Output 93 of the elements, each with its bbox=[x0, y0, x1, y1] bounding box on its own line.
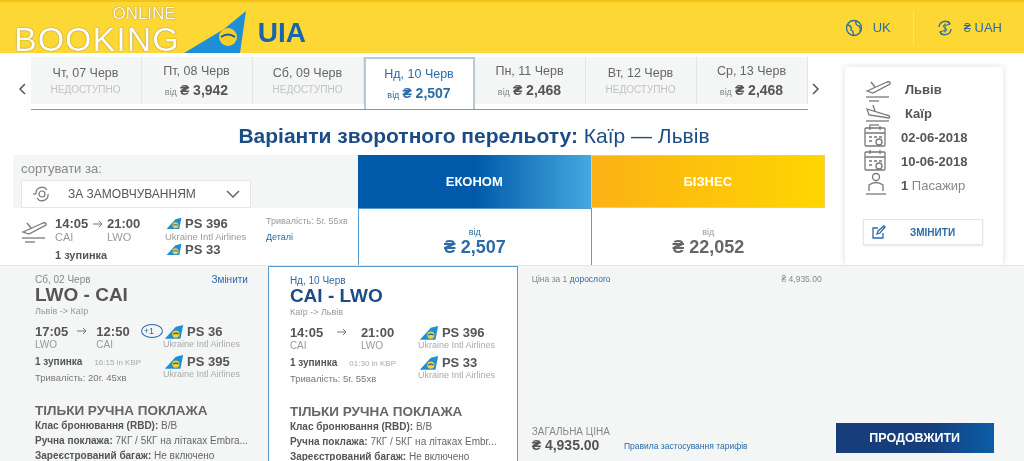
section-title: Варіанти зворотного перельоту: Каїр — Львів bbox=[237, 123, 711, 149]
logo-subtitle: ONLINE bbox=[112, 5, 176, 22]
route-code: LWO - CAI bbox=[35, 285, 129, 306]
stopover-label: 16:15 in KBP bbox=[94, 357, 142, 367]
baggage-detail: Клас бронювання (RBD): B/B bbox=[35, 418, 179, 433]
airport-code: CAI bbox=[55, 231, 75, 243]
date-tab[interactable]: Пт, 08 Черв від ₴ 3,942 bbox=[141, 57, 253, 104]
passenger-icon bbox=[863, 172, 889, 198]
flight-leg-card[interactable] bbox=[267, 266, 518, 461]
flight-number: PS 395 bbox=[187, 353, 230, 369]
currency-selector[interactable]: ₴ UAH bbox=[913, 18, 1024, 37]
airport-code: CAI bbox=[289, 339, 308, 351]
flight-number: PS 36 bbox=[187, 323, 223, 339]
flight-number: PS 396 bbox=[185, 216, 228, 231]
chevron-right-icon bbox=[812, 83, 821, 95]
language-selector[interactable]: UK bbox=[822, 18, 913, 37]
airport-code: CAI bbox=[96, 338, 115, 350]
departure-time: 14:05 bbox=[289, 324, 325, 340]
duration-label: Тривалість: 5г. 55хв bbox=[289, 372, 378, 384]
globe-icon bbox=[844, 18, 863, 37]
airline-name: Ukraine Intl Airlines bbox=[163, 338, 242, 349]
price-per-label: Ціна за 1 дорослого bbox=[531, 274, 611, 284]
fare-rules-link[interactable]: Правила застосування тарифів bbox=[623, 441, 748, 451]
flight-number: PS 33 bbox=[441, 354, 478, 370]
departure-time: 14:05 bbox=[55, 216, 90, 231]
currency-exchange-icon bbox=[935, 18, 954, 37]
baggage-detail: Ручна поклажа: 7КГ / 5КГ на літаках Embr... bbox=[289, 434, 497, 449]
duration-label: Тривалість: 5г. 55хв bbox=[266, 216, 348, 226]
flight-number: PS 396 bbox=[441, 324, 485, 340]
airline-logo-icon bbox=[417, 354, 440, 370]
airline-logo-icon bbox=[163, 323, 185, 339]
chevron-left-icon bbox=[17, 83, 26, 95]
logo-title: BOOKING bbox=[14, 22, 180, 56]
fare-option[interactable]: від ₴ 2,507 bbox=[358, 208, 592, 265]
route-cities: Каїр -> Львів bbox=[289, 306, 345, 317]
details-link[interactable]: Деталі bbox=[266, 232, 348, 242]
total-price: ₴ 4,935.00 bbox=[531, 437, 601, 453]
date-tab[interactable]: Ср, 13 Черв від ₴ 2,468 bbox=[696, 57, 808, 104]
sort-icon bbox=[32, 186, 50, 202]
change-link[interactable]: Змінити bbox=[211, 274, 248, 285]
arrival-time: 21:00 bbox=[107, 216, 142, 231]
price-per-amount: ₴ 4,935.00 bbox=[781, 274, 822, 284]
baggage-detail: Ручна поклажа: 7КГ / 5КГ на літаках Embra... bbox=[35, 433, 248, 448]
airline-name: Ukraine Intl Airlines bbox=[163, 368, 242, 379]
brand-logo: UIA bbox=[257, 17, 306, 49]
leg-date: Нд, 10 Черв bbox=[289, 275, 346, 286]
chevron-down-icon bbox=[226, 190, 240, 198]
airline-name: Ukraine Intl Airlines bbox=[165, 231, 248, 242]
summary-text: 10-06-2018 bbox=[901, 153, 968, 169]
airport-code: LWO bbox=[360, 339, 384, 351]
date-tab[interactable]: Пн, 11 Черв від ₴ 2,468 bbox=[474, 57, 586, 104]
baggage-title: ТІЛЬКИ РУЧНА ПОКЛАЖА bbox=[289, 403, 464, 419]
arrow-icon bbox=[336, 327, 348, 338]
airline-name: Ukraine Intl Airlines bbox=[417, 339, 496, 350]
leg-date: Сб, 02 Черв bbox=[35, 274, 91, 285]
arrow-icon bbox=[76, 326, 89, 337]
stops-label: 1 зупинка bbox=[35, 355, 83, 367]
departure-time: 17:05 bbox=[35, 323, 70, 339]
flight-number: PS 33 bbox=[185, 242, 221, 257]
stopover-label: 01:30 in KBP bbox=[349, 358, 396, 368]
total-label: ЗАГАЛЬНА ЦІНА bbox=[531, 426, 610, 437]
airline-logo-icon bbox=[417, 324, 440, 340]
airline-logo-icon bbox=[165, 217, 183, 230]
airline-logo-icon bbox=[165, 243, 183, 256]
arrival-time: 12:50 bbox=[96, 323, 131, 339]
route-code: CAI - LWO bbox=[289, 286, 384, 307]
duration-label: Тривалість: 20г. 45хв bbox=[35, 371, 128, 383]
stops-label: 1 зупинка bbox=[289, 356, 338, 368]
baggage-detail: Клас бронювання (RBD): B/B bbox=[289, 419, 434, 434]
baggage-title: ТІЛЬКИ РУЧНА ПОКЛАЖА bbox=[35, 402, 209, 418]
baggage-detail: Зареєстрований багаж: Не включено bbox=[35, 448, 216, 461]
continue-button[interactable]: ПРОДОВЖИТИ bbox=[835, 423, 994, 453]
arrival-time: 21:00 bbox=[360, 324, 396, 340]
summary-text: 1 Пасажир bbox=[901, 177, 966, 193]
date-tab[interactable]: Нд, 10 Черв від ₴ 2,507 bbox=[363, 57, 475, 109]
sort-label: сортувати за: bbox=[21, 161, 102, 176]
calendar-icon bbox=[863, 149, 889, 173]
airport-code: LWO bbox=[35, 338, 59, 350]
summary-text: Львів bbox=[905, 81, 942, 97]
fare-class-header[interactable]: ЕКОНОМ bbox=[358, 155, 591, 208]
stops-label: 1 зупинка bbox=[55, 249, 109, 261]
edit-icon bbox=[872, 225, 886, 239]
summary-text: Каїр bbox=[905, 105, 932, 121]
airport-code: LWO bbox=[107, 231, 133, 243]
summary-text: 02-06-2018 bbox=[901, 129, 968, 145]
arrow-icon bbox=[91, 218, 104, 229]
adult-link[interactable]: дорослого bbox=[569, 274, 611, 284]
calendar-icon bbox=[863, 125, 889, 149]
sort-dropdown[interactable]: ЗА ЗАМОВЧУВАННЯМ bbox=[21, 180, 251, 208]
route-cities: Львів -> Каїр bbox=[35, 305, 90, 316]
edit-button[interactable]: ЗМІНИТИ bbox=[863, 219, 983, 245]
airline-name: Ukraine Intl Airlines bbox=[417, 369, 496, 380]
airline-logo-icon bbox=[163, 353, 185, 369]
